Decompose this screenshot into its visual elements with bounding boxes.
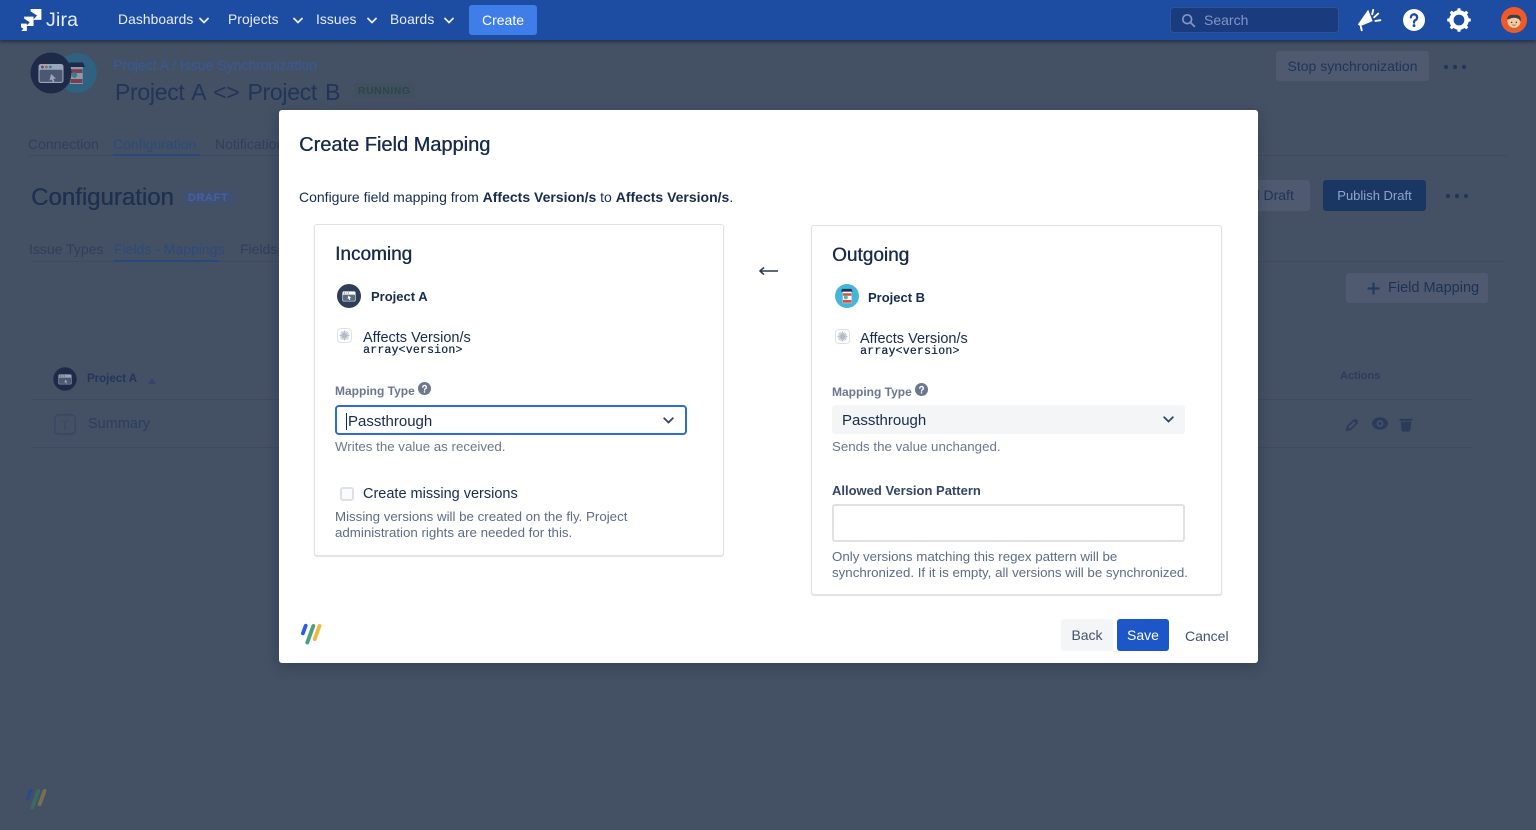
- svg-text:T: T: [61, 417, 69, 432]
